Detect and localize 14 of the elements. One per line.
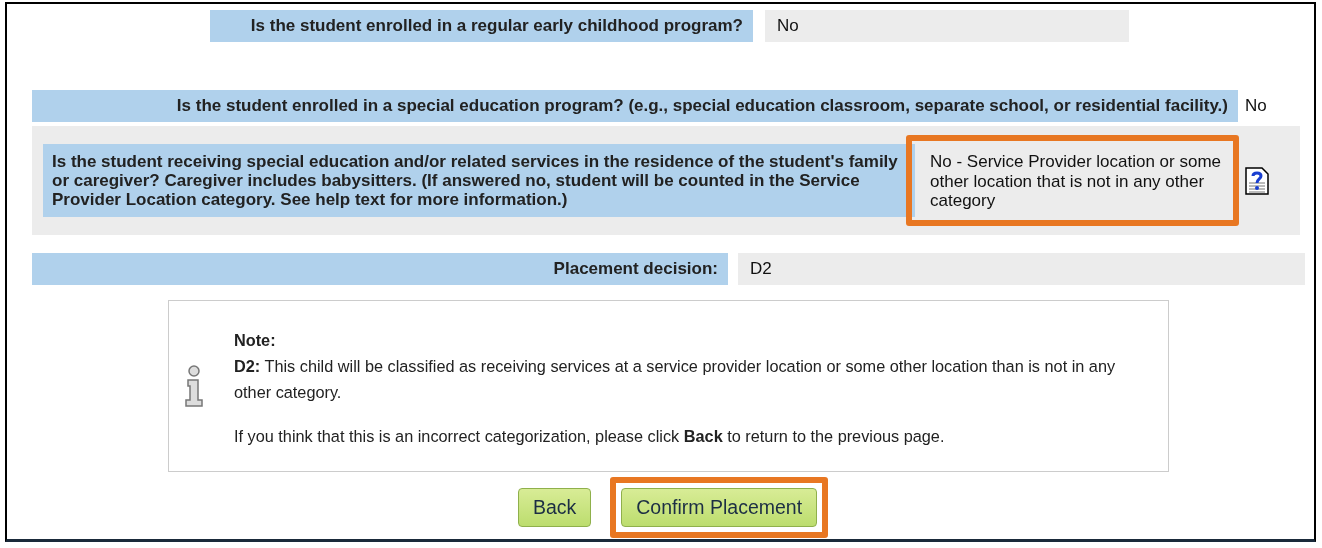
info-icon xyxy=(183,365,205,409)
answer-value: No xyxy=(765,10,1129,42)
question-label: Placement decision: xyxy=(32,253,728,285)
question-label: Is the student receiving special education and/or related services in the residence of the student's family or caregiver? Caregiver includes babysitters. (If answered no, student will be counted in the Service Provider Location category. See help text for more information.) xyxy=(43,144,915,217)
question-label: Is the student enrolled in a special education program? (e.g., special education classroom, separate school, or residential facility.) xyxy=(32,90,1238,122)
action-button[interactable]: Back xyxy=(517,488,592,527)
action-button[interactable]: Confirm Placement xyxy=(621,488,818,527)
answer-value: No xyxy=(1244,95,1268,117)
question-label: Is the student enrolled in a regular early childhood program? xyxy=(210,10,753,42)
note-text: D2: This child will be classified as receiving services at a service provider location or some other location than is not in any other category. xyxy=(234,356,1117,403)
note-title: Note: xyxy=(234,330,277,351)
note-text: If you think that this is an incorrect categorization, please click Back to return to the previous page. xyxy=(234,426,946,447)
answer-value: D2 xyxy=(738,253,1305,285)
help-icon[interactable] xyxy=(1244,165,1270,196)
